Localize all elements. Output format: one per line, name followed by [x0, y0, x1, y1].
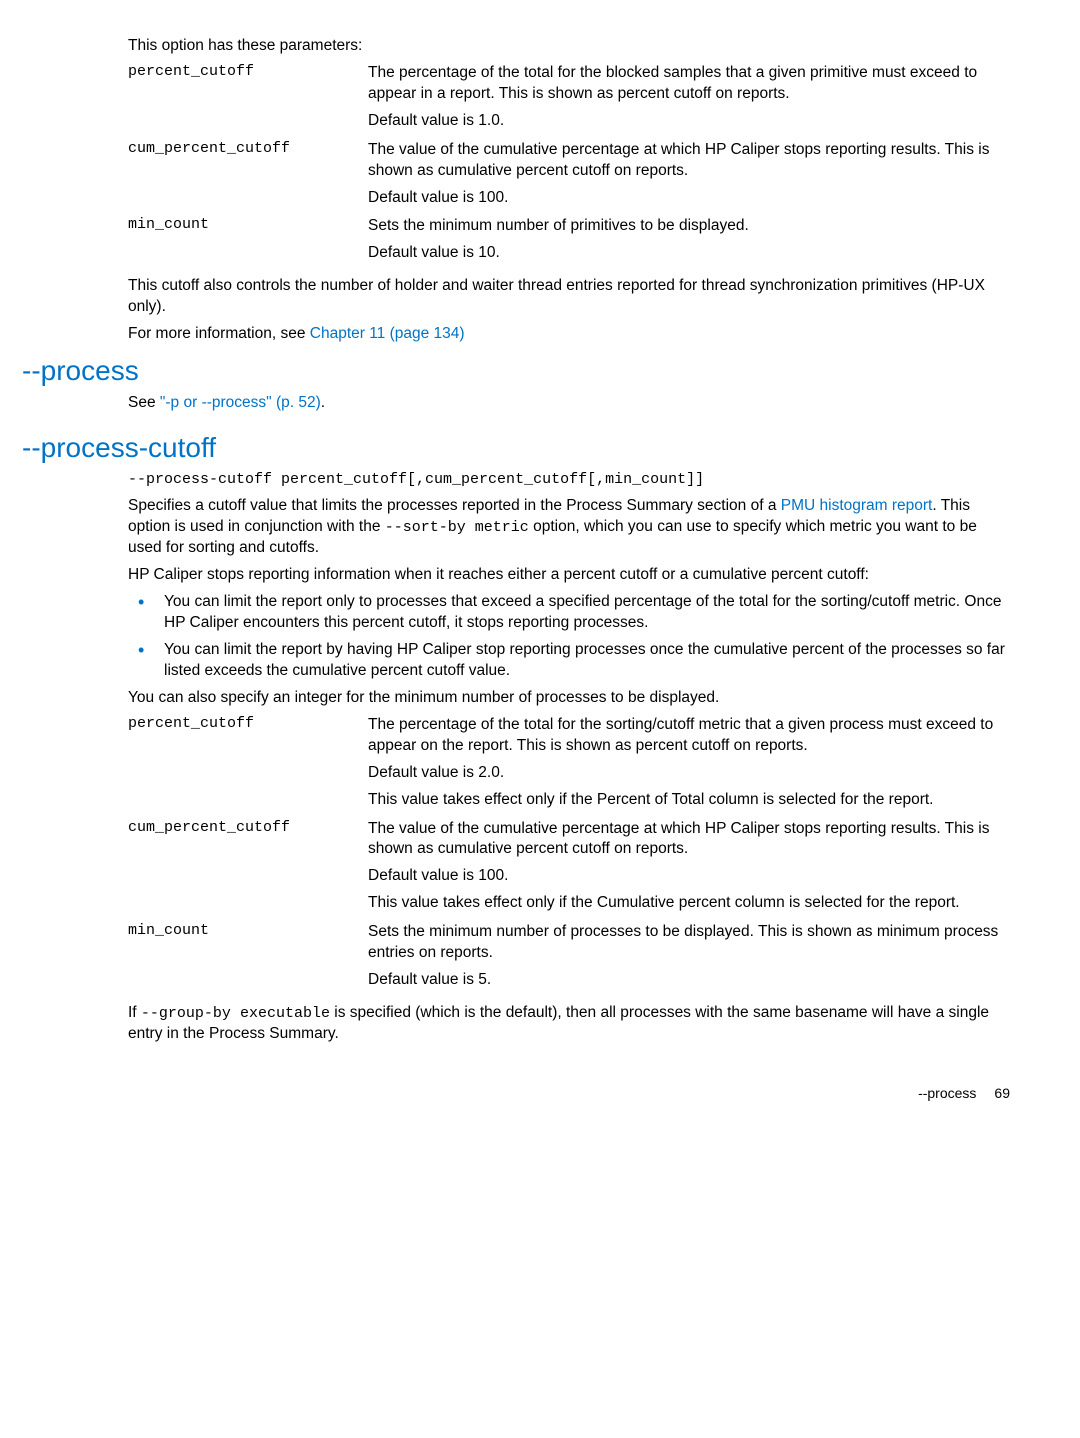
param-row: cum_percent_cutoff The value of the cumu…	[128, 140, 1010, 215]
param-term-min-count: min_count	[128, 922, 368, 997]
pmu-link[interactable]: PMU histogram report	[781, 497, 933, 514]
param-row: min_count Sets the minimum number of pro…	[128, 922, 1010, 997]
param-desc: The percentage of the total for the bloc…	[368, 63, 1010, 105]
pc-p1-pre: Specifies a cutoff value that limits the…	[128, 497, 781, 514]
param-default: Default value is 10.	[368, 243, 1010, 264]
param-row: min_count Sets the minimum number of pri…	[128, 216, 1010, 270]
more-info-pre: For more information, see	[128, 325, 310, 342]
param-desc: The percentage of the total for the sort…	[368, 715, 1010, 757]
pc-paragraph-1: Specifies a cutoff value that limits the…	[128, 496, 1010, 559]
heading-process-cutoff: --process-cutoff	[22, 432, 1010, 464]
param-desc: The value of the cumulative percentage a…	[368, 819, 1010, 861]
page-footer: --process 69	[70, 1085, 1010, 1101]
group-by-code: --group-by executable	[141, 1005, 330, 1022]
param-desc: Sets the minimum number of processes to …	[368, 922, 1010, 964]
param-term-percent-cutoff: percent_cutoff	[128, 63, 368, 138]
param-default: Default value is 5.	[368, 970, 1010, 991]
syntax-line: --process-cutoff percent_cutoff[,cum_per…	[128, 470, 1010, 490]
param-desc: The value of the cumulative percentage a…	[368, 140, 1010, 182]
pc-paragraph-2: HP Caliper stops reporting information w…	[128, 565, 1010, 586]
trail-pre: If	[128, 1004, 141, 1021]
params-intro: This option has these parameters:	[128, 36, 1010, 57]
bullet-item: You can limit the report by having HP Ca…	[128, 640, 1010, 682]
sort-by-code: --sort-by metric	[385, 519, 529, 536]
param-row: percent_cutoff The percentage of the tot…	[128, 63, 1010, 138]
heading-process: --process	[22, 355, 1010, 387]
more-info: For more information, see Chapter 11 (pa…	[128, 324, 1010, 345]
footer-page: 69	[994, 1085, 1010, 1101]
trailing-note: If --group-by executable is specified (w…	[128, 1003, 1010, 1045]
cutoff-note: This cutoff also controls the number of …	[128, 276, 1010, 318]
pc-paragraph-3: You can also specify an integer for the …	[128, 688, 1010, 709]
bullet-list: You can limit the report only to process…	[128, 592, 1010, 682]
see-link[interactable]: "-p or --process" (p. 52)	[160, 394, 321, 411]
param-note: This value takes effect only if the Cumu…	[368, 893, 1010, 914]
param-default: Default value is 100.	[368, 866, 1010, 887]
param-term-percent-cutoff: percent_cutoff	[128, 715, 368, 817]
chapter-link[interactable]: Chapter 11 (page 134)	[310, 325, 465, 342]
param-note: This value takes effect only if the Perc…	[368, 790, 1010, 811]
see-post: .	[321, 394, 325, 411]
param-desc: Sets the minimum number of primitives to…	[368, 216, 1010, 237]
footer-section: --process	[918, 1085, 976, 1101]
bullet-item: You can limit the report only to process…	[128, 592, 1010, 634]
param-row: cum_percent_cutoff The value of the cumu…	[128, 819, 1010, 921]
see-reference: See "-p or --process" (p. 52).	[128, 393, 1010, 414]
param-default: Default value is 100.	[368, 188, 1010, 209]
param-term-min-count: min_count	[128, 216, 368, 270]
param-default: Default value is 2.0.	[368, 763, 1010, 784]
param-row: percent_cutoff The percentage of the tot…	[128, 715, 1010, 817]
param-term-cum-percent-cutoff: cum_percent_cutoff	[128, 819, 368, 921]
see-pre: See	[128, 394, 160, 411]
param-term-cum-percent-cutoff: cum_percent_cutoff	[128, 140, 368, 215]
param-default: Default value is 1.0.	[368, 111, 1010, 132]
